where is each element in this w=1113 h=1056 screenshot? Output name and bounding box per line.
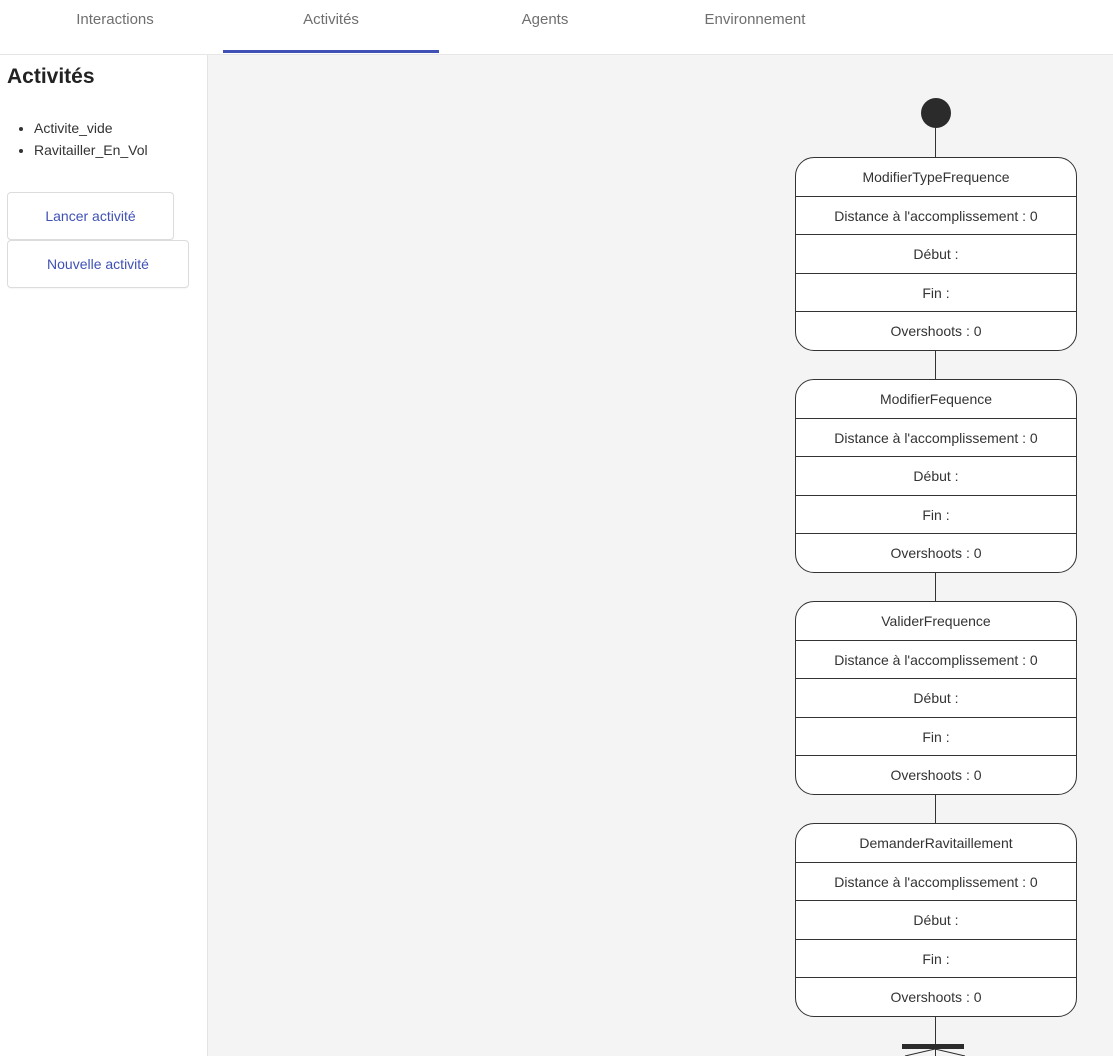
activity-list: Activite_vide Ravitailler_En_Vol <box>0 117 148 161</box>
launch-activity-button[interactable]: Lancer activité <box>7 192 174 240</box>
state-debut: Début : <box>796 235 1076 274</box>
state-overshoots: Overshoots : 0 <box>890 323 982 340</box>
state-node[interactable]: ModifierFequence Distance à l'accompliss… <box>795 379 1077 573</box>
tab-environnement[interactable]: Environnement <box>655 0 855 52</box>
state-fin: Fin : <box>796 718 1076 757</box>
tab-interactions[interactable]: Interactions <box>20 0 210 52</box>
tab-bar: Interactions Activités Agents Environnem… <box>0 0 1113 55</box>
state-name: ValiderFrequence <box>796 602 1076 641</box>
state-node[interactable]: DemanderRavitaillement Distance à l'acco… <box>795 823 1077 1017</box>
activity-item-activite-vide[interactable]: Activite_vide <box>34 117 148 139</box>
sidebar-title: Activités <box>7 65 95 88</box>
state-fin: Fin : <box>796 274 1076 313</box>
state-distance: Distance à l'accomplissement : 0 <box>796 197 1076 236</box>
state-debut: Début : <box>796 901 1076 940</box>
active-tab-indicator <box>223 50 439 53</box>
state-node[interactable]: ModifierTypeFrequence Distance à l'accom… <box>795 157 1077 351</box>
state-distance: Distance à l'accomplissement : 0 <box>796 641 1076 680</box>
state-debut: Début : <box>796 679 1076 718</box>
state-fin: Fin : <box>796 496 1076 535</box>
activity-item-ravitailler-en-vol[interactable]: Ravitailler_En_Vol <box>34 139 148 161</box>
state-overshoots: Overshoots : 0 <box>890 545 982 562</box>
state-name: ModifierFequence <box>796 380 1076 419</box>
new-activity-button[interactable]: Nouvelle activité <box>7 240 189 288</box>
tab-activites[interactable]: Activités <box>223 0 439 52</box>
state-debut: Début : <box>796 457 1076 496</box>
state-name: ModifierTypeFrequence <box>796 158 1076 197</box>
state-fin: Fin : <box>796 940 1076 979</box>
state-distance: Distance à l'accomplissement : 0 <box>796 863 1076 902</box>
state-name: DemanderRavitaillement <box>796 824 1076 863</box>
state-distance: Distance à l'accomplissement : 0 <box>796 419 1076 458</box>
state-overshoots: Overshoots : 0 <box>890 989 982 1006</box>
state-node[interactable]: ValiderFrequence Distance à l'accompliss… <box>795 601 1077 795</box>
sidebar: Activités Activite_vide Ravitailler_En_V… <box>0 55 208 1056</box>
tab-agents[interactable]: Agents <box>450 0 640 52</box>
state-overshoots: Overshoots : 0 <box>890 767 982 784</box>
